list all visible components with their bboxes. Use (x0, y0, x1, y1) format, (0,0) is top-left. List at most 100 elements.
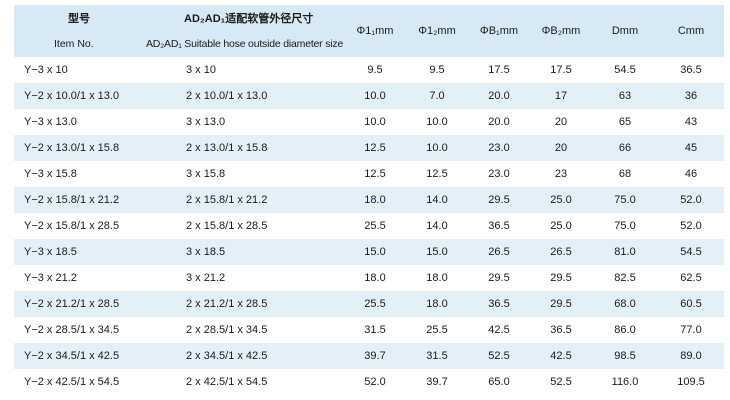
cell-hose-size: 2 x 34.5/1 x 42.5 (146, 343, 344, 369)
cell-item-no: Y−3 x 13.0 (24, 116, 77, 128)
cell-hose-size: 2 x 15.8/1 x 28.5 (186, 220, 268, 232)
col-hose-cn: AD₂AD₁适配软管外径尺寸 (146, 5, 344, 31)
cell-b2-mm: 29.5 (550, 272, 572, 284)
cell-item-no: Y−3 x 15.8 (24, 168, 77, 180)
col-d: Dmm (592, 5, 658, 57)
cell-b1-mm: 23.0 (488, 168, 510, 180)
cell-phi1-mm: 25.5 (344, 291, 406, 317)
cell-hose-size: 2 x 15.8/1 x 21.2 (146, 187, 344, 213)
cell-item-no: Y−3 x 21.2 (24, 272, 77, 284)
cell-phi2-mm: 10.0 (426, 116, 448, 128)
col-phi1: Φ1₁mm (344, 5, 406, 57)
cell-hose-size: 2 x 10.0/1 x 13.0 (146, 83, 344, 109)
cell-hose-size: 2 x 21.2/1 x 28.5 (146, 291, 344, 317)
cell-item-no: Y−2 x 21.2/1 x 28.5 (14, 291, 146, 317)
cell-phi2-mm: 12.5 (426, 168, 448, 180)
table-row: Y−2 x 13.0/1 x 15.8 2 x 13.0/1 x 15.8 12.5… (14, 135, 724, 161)
table-row: Y−3 x 18.5 3 x 18.5 15.0 15.0 26.5 26.5 81.0 54… (14, 239, 724, 265)
cell-c-mm: 45 (658, 135, 724, 161)
col-item-en: Item No. (14, 31, 146, 57)
cell-hose-size: 2 x 28.5/1 x 34.5 (186, 324, 268, 336)
cell-b1-mm: 29.5 (468, 187, 530, 213)
cell-c-mm: 62.5 (680, 272, 702, 284)
cell-b2-mm: 25.0 (530, 187, 592, 213)
cell-hose-size: 3 x 18.5 (146, 239, 344, 265)
header-row-cn: 型号 AD₂AD₁适配软管外径尺寸 Φ1₁mm Φ1₂mm ΦB₁mm ΦB₂m… (14, 5, 724, 57)
cell-b1-mm: 20.0 (488, 116, 510, 128)
cell-hose-size: 3 x 10 (186, 64, 216, 76)
cell-phi1-mm: 31.5 (364, 324, 386, 336)
cell-b2-mm: 52.5 (550, 376, 572, 388)
cell-phi2-mm: 10.0 (406, 135, 468, 161)
cell-c-mm: 89.0 (658, 343, 724, 369)
cell-d-mm: 81.0 (592, 239, 658, 265)
cell-b1-mm: 29.5 (488, 272, 510, 284)
cell-c-mm: 60.5 (658, 291, 724, 317)
cell-b2-mm: 25.0 (550, 220, 572, 232)
col-item-cn: 型号 (14, 5, 146, 31)
cell-d-mm: 65 (618, 116, 632, 128)
table-row: Y−2 x 15.8/1 x 21.2 2 x 15.8/1 x 21.2 18.0… (14, 187, 724, 213)
spec-sheet: 型号 AD₂AD₁适配软管外径尺寸 Φ1₁mm Φ1₂mm ΦB₁mm ΦB₂m… (0, 0, 730, 400)
cell-b2-mm: 36.5 (550, 324, 572, 336)
cell-c-mm: 36.5 (680, 64, 702, 76)
table-body: Y−3 x 10 3 x 10 9.5 9.5 17.5 17.5 54.5 36.5 Y−2 … (14, 57, 724, 395)
cell-phi1-mm: 18.0 (364, 272, 386, 284)
cell-item-no: Y−3 x 10 (24, 64, 68, 76)
cell-c-mm: 46 (684, 168, 698, 180)
cell-c-mm: 43 (684, 116, 698, 128)
table-row: Y−3 x 21.2 3 x 21.2 18.0 18.0 29.5 29.5 82.5 62… (14, 265, 724, 291)
col-c: Cmm (658, 5, 724, 57)
cell-phi1-mm: 9.5 (367, 64, 383, 76)
cell-item-no: Y−2 x 28.5/1 x 34.5 (24, 324, 120, 336)
table-row: Y−3 x 10 3 x 10 9.5 9.5 17.5 17.5 54.5 36.5 (14, 57, 724, 83)
col-b2: ΦB₂mm (530, 5, 592, 57)
table-row: Y−2 x 10.0/1 x 13.0 2 x 10.0/1 x 13.0 10.0… (14, 83, 724, 109)
cell-hose-size: 2 x 13.0/1 x 15.8 (146, 135, 344, 161)
table-row: Y−2 x 21.2/1 x 28.5 2 x 21.2/1 x 28.5 25.5… (14, 291, 724, 317)
cell-c-mm: 109.5 (677, 376, 705, 388)
cell-c-mm: 54.5 (658, 239, 724, 265)
col-b1: ΦB₁mm (468, 5, 530, 57)
table-row: Y−2 x 34.5/1 x 42.5 2 x 34.5/1 x 42.5 39.7… (14, 343, 724, 369)
table-row: Y−2 x 42.5/1 x 54.5 2 x 42.5/1 x 54.5 52.0… (14, 369, 724, 395)
cell-b1-mm: 17.5 (488, 64, 510, 76)
col-hose-en: AD₂AD₁ Suitable hose outside diameter si… (146, 31, 344, 57)
cell-d-mm: 68 (618, 168, 632, 180)
cell-b2-mm: 17.5 (550, 64, 572, 76)
cell-phi2-mm: 25.5 (426, 324, 448, 336)
cell-b1-mm: 26.5 (468, 239, 530, 265)
table-row: Y−2 x 28.5/1 x 34.5 2 x 28.5/1 x 34.5 31.5… (14, 317, 724, 343)
cell-c-mm: 52.0 (680, 220, 702, 232)
cell-phi1-mm: 12.5 (344, 135, 406, 161)
cell-b1-mm: 65.0 (488, 376, 510, 388)
cell-d-mm: 75.0 (614, 220, 636, 232)
cell-item-no: Y−2 x 42.5/1 x 54.5 (24, 376, 120, 388)
cell-d-mm: 54.5 (614, 64, 636, 76)
cell-phi2-mm: 18.0 (426, 272, 448, 284)
cell-b2-mm: 26.5 (530, 239, 592, 265)
cell-phi1-mm: 39.7 (344, 343, 406, 369)
cell-d-mm: 68.0 (592, 291, 658, 317)
cell-phi1-mm: 15.0 (344, 239, 406, 265)
cell-b2-mm: 29.5 (530, 291, 592, 317)
cell-item-no: Y−3 x 18.5 (14, 239, 146, 265)
cell-phi1-mm: 10.0 (344, 83, 406, 109)
cell-d-mm: 66 (592, 135, 658, 161)
cell-b2-mm: 20 (554, 116, 568, 128)
cell-phi2-mm: 15.0 (406, 239, 468, 265)
cell-b1-mm: 36.5 (488, 220, 510, 232)
cell-d-mm: 116.0 (611, 376, 639, 388)
cell-b2-mm: 23 (554, 168, 568, 180)
table-row: Y−3 x 13.0 3 x 13.0 10.0 10.0 20.0 20 65 43 (14, 109, 724, 135)
cell-b2-mm: 20 (530, 135, 592, 161)
cell-b2-mm: 17 (530, 83, 592, 109)
cell-phi2-mm: 39.7 (426, 376, 448, 388)
cell-phi2-mm: 9.5 (429, 64, 445, 76)
cell-phi1-mm: 10.0 (364, 116, 386, 128)
cell-phi2-mm: 7.0 (406, 83, 468, 109)
col-phi2: Φ1₂mm (406, 5, 468, 57)
cell-b1-mm: 36.5 (468, 291, 530, 317)
cell-b2-mm: 42.5 (530, 343, 592, 369)
hose-fitting-spec-table: 型号 AD₂AD₁适配软管外径尺寸 Φ1₁mm Φ1₂mm ΦB₁mm ΦB₂m… (14, 5, 724, 395)
